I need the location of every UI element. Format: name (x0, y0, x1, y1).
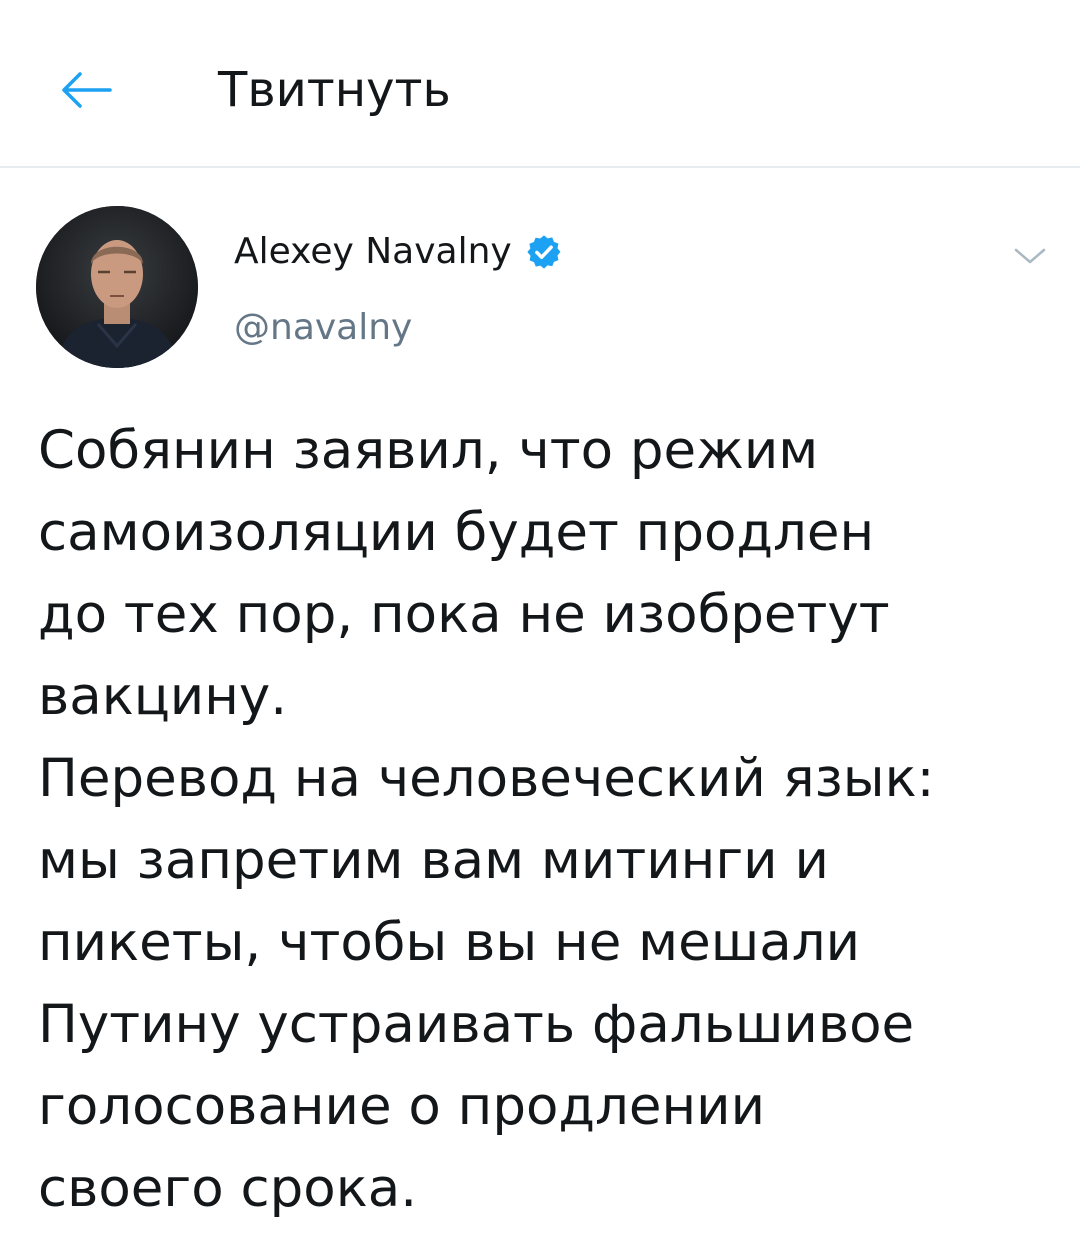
tweet-text-line: своего срока. (38, 1158, 418, 1219)
tweet-menu-button[interactable] (1008, 238, 1052, 274)
tweet: Alexey Navalny @navalny Собянин заявил, … (0, 168, 1080, 1251)
author-row: Alexey Navalny (234, 228, 564, 276)
tweet-text-line: голосование о продлении (38, 1076, 766, 1137)
tweet-text-line: вакцину. (38, 666, 288, 727)
arrow-left-icon (62, 72, 112, 108)
chevron-down-icon (1014, 248, 1046, 264)
avatar-portrait (36, 206, 198, 368)
tweet-text-line: Собянин заявил, что режим (38, 420, 819, 481)
tweet-text-line: Путину устраивать фальшивое (38, 994, 915, 1055)
top-bar: Твитнуть (0, 0, 1080, 168)
tweet-text-line: мы запретим вам митинги и (38, 830, 829, 891)
page-title: Твитнуть (218, 62, 451, 118)
tweet-text-line: самоизоляции будет продлен (38, 502, 875, 563)
tweet-text-line: до тех пор, пока не изобретут (38, 584, 890, 645)
avatar[interactable] (36, 206, 198, 368)
tweet-text: Собянин заявил, что режим самоизоляции б… (38, 410, 1048, 1230)
tweet-text-line: пикеты, чтобы вы не мешали (38, 912, 861, 973)
author-handle[interactable]: @navalny (234, 304, 412, 352)
tweet-text-line: Перевод на человеческий язык: (38, 748, 935, 809)
verified-badge-icon (524, 232, 564, 272)
display-name[interactable]: Alexey Navalny (234, 228, 512, 276)
back-button[interactable] (50, 60, 120, 120)
